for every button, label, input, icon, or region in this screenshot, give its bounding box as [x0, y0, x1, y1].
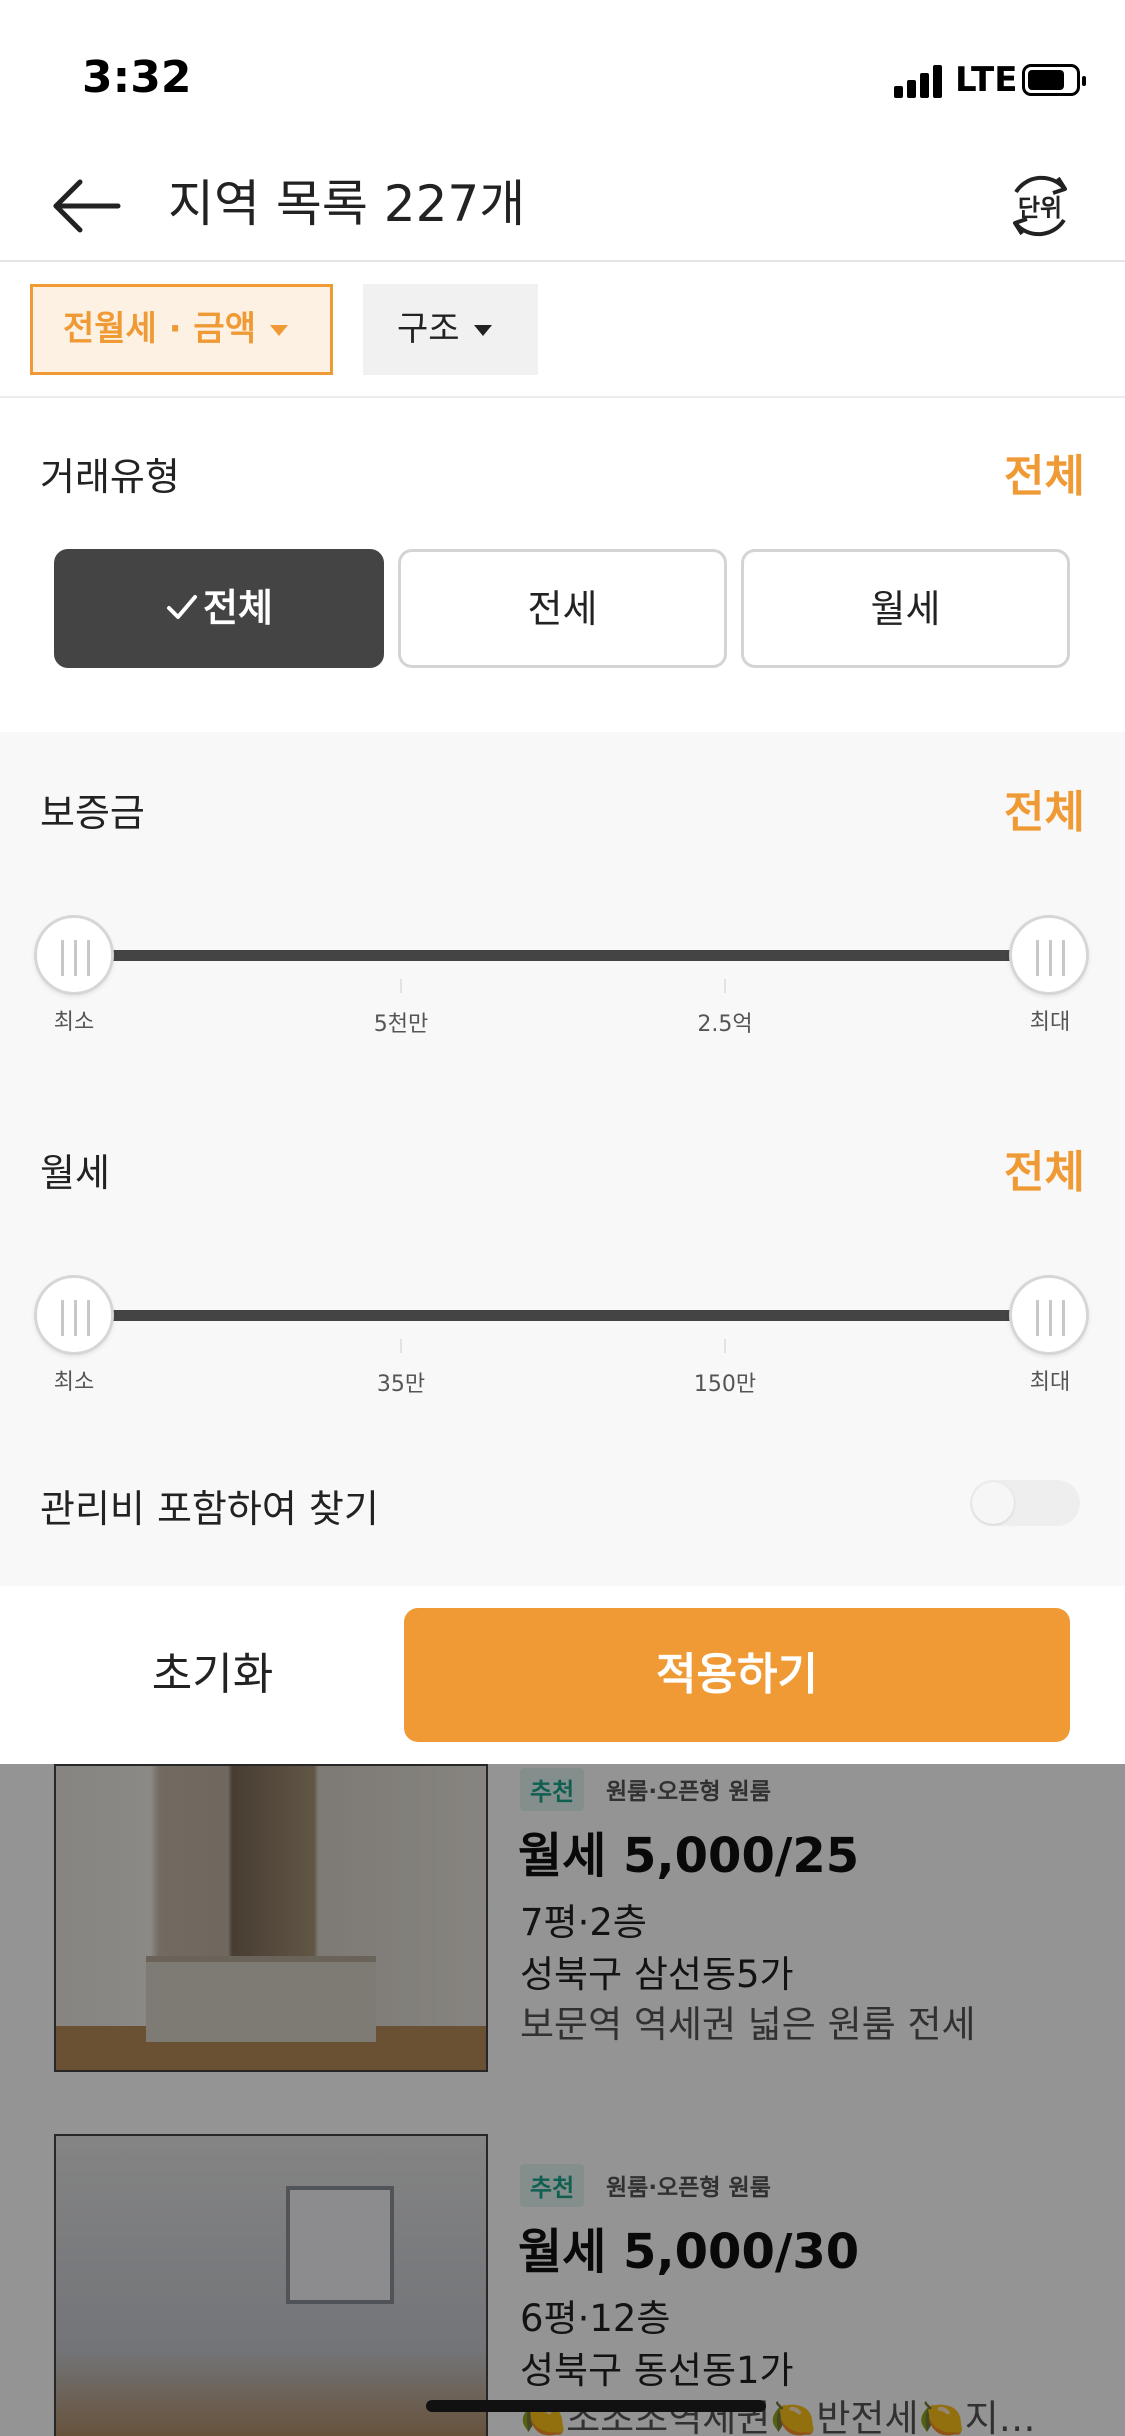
monthly-rent-tick-3: 150만: [693, 1372, 757, 1397]
signal-icon: [894, 64, 944, 98]
chevron-down-icon: [270, 325, 288, 336]
deposit-slider-track[interactable]: [74, 950, 1051, 961]
deposit-tick-max: 최대: [1029, 1010, 1071, 1035]
deposit-tick-min: 최소: [53, 1010, 95, 1035]
unit-toggle-icon[interactable]: 단위: [1002, 168, 1078, 244]
deposit-tick-3: 2.5억: [697, 1012, 753, 1037]
maintenance-fee-toggle[interactable]: [970, 1480, 1080, 1526]
trade-option-all[interactable]: 전체: [54, 549, 384, 668]
deposit-label: 보증금: [40, 791, 145, 835]
status-time: 3:32: [82, 52, 192, 103]
monthly-rent-value: 전체: [1004, 1147, 1085, 1198]
home-indicator: [426, 2400, 766, 2412]
reset-button[interactable]: 초기화: [60, 1608, 365, 1742]
monthly-rent-tick-min: 최소: [53, 1370, 95, 1395]
page-title: 지역 목록 227개: [168, 175, 526, 233]
maintenance-fee-label: 관리비 포함하여 찾기: [40, 1487, 379, 1531]
filter-tabs: 전월세 · 금액 구조: [0, 264, 1125, 398]
trade-type-value: 전체: [1004, 451, 1085, 502]
monthly-rent-slider-track[interactable]: [74, 1310, 1051, 1321]
price-filter-chip[interactable]: 전월세 · 금액: [30, 284, 333, 375]
monthly-rent-label: 월세: [40, 1151, 110, 1195]
monthly-rent-tick-2: 35만: [376, 1372, 426, 1397]
monthly-rent-max-handle[interactable]: [1009, 1275, 1089, 1355]
deposit-max-handle[interactable]: [1009, 915, 1089, 995]
deposit-tick-2: 5천만: [373, 1012, 429, 1037]
monthly-rent-min-handle[interactable]: [34, 1275, 114, 1355]
trade-option-all-label: 전체: [203, 586, 273, 630]
battery-icon: [1022, 64, 1086, 96]
status-bar: 3:32 LTE: [0, 0, 1125, 150]
structure-filter-chip[interactable]: 구조: [363, 284, 538, 375]
deposit-value: 전체: [1004, 787, 1085, 838]
back-arrow-icon[interactable]: [50, 170, 122, 242]
deposit-min-handle[interactable]: [34, 915, 114, 995]
check-icon: [167, 594, 198, 619]
monthly-rent-tick-max: 최대: [1029, 1370, 1071, 1395]
price-filter-label: 전월세 · 금액: [63, 309, 256, 349]
nav-header: 지역 목록 227개 단위: [0, 150, 1125, 262]
trade-option-monthly[interactable]: 월세: [741, 549, 1070, 668]
chevron-down-icon: [473, 325, 492, 336]
trade-option-jeonse[interactable]: 전세: [398, 549, 727, 668]
structure-filter-label: 구조: [397, 309, 460, 349]
network-label: LTE: [955, 60, 1018, 100]
modal-backdrop[interactable]: [0, 1764, 1125, 2436]
apply-button[interactable]: 적용하기: [404, 1608, 1070, 1742]
trade-option-jeonse-label: 전세: [527, 587, 598, 631]
trade-type-label: 거래유형: [40, 455, 180, 499]
action-bar: 초기화 적용하기: [0, 1586, 1125, 1764]
range-filters: 보증금 전체 최소 5천만 2.5억 최대 월세 전체 최소 35만 150만 …: [0, 732, 1125, 1586]
trade-option-monthly-label: 월세: [870, 587, 941, 631]
unit-label: 단위: [1017, 194, 1063, 222]
